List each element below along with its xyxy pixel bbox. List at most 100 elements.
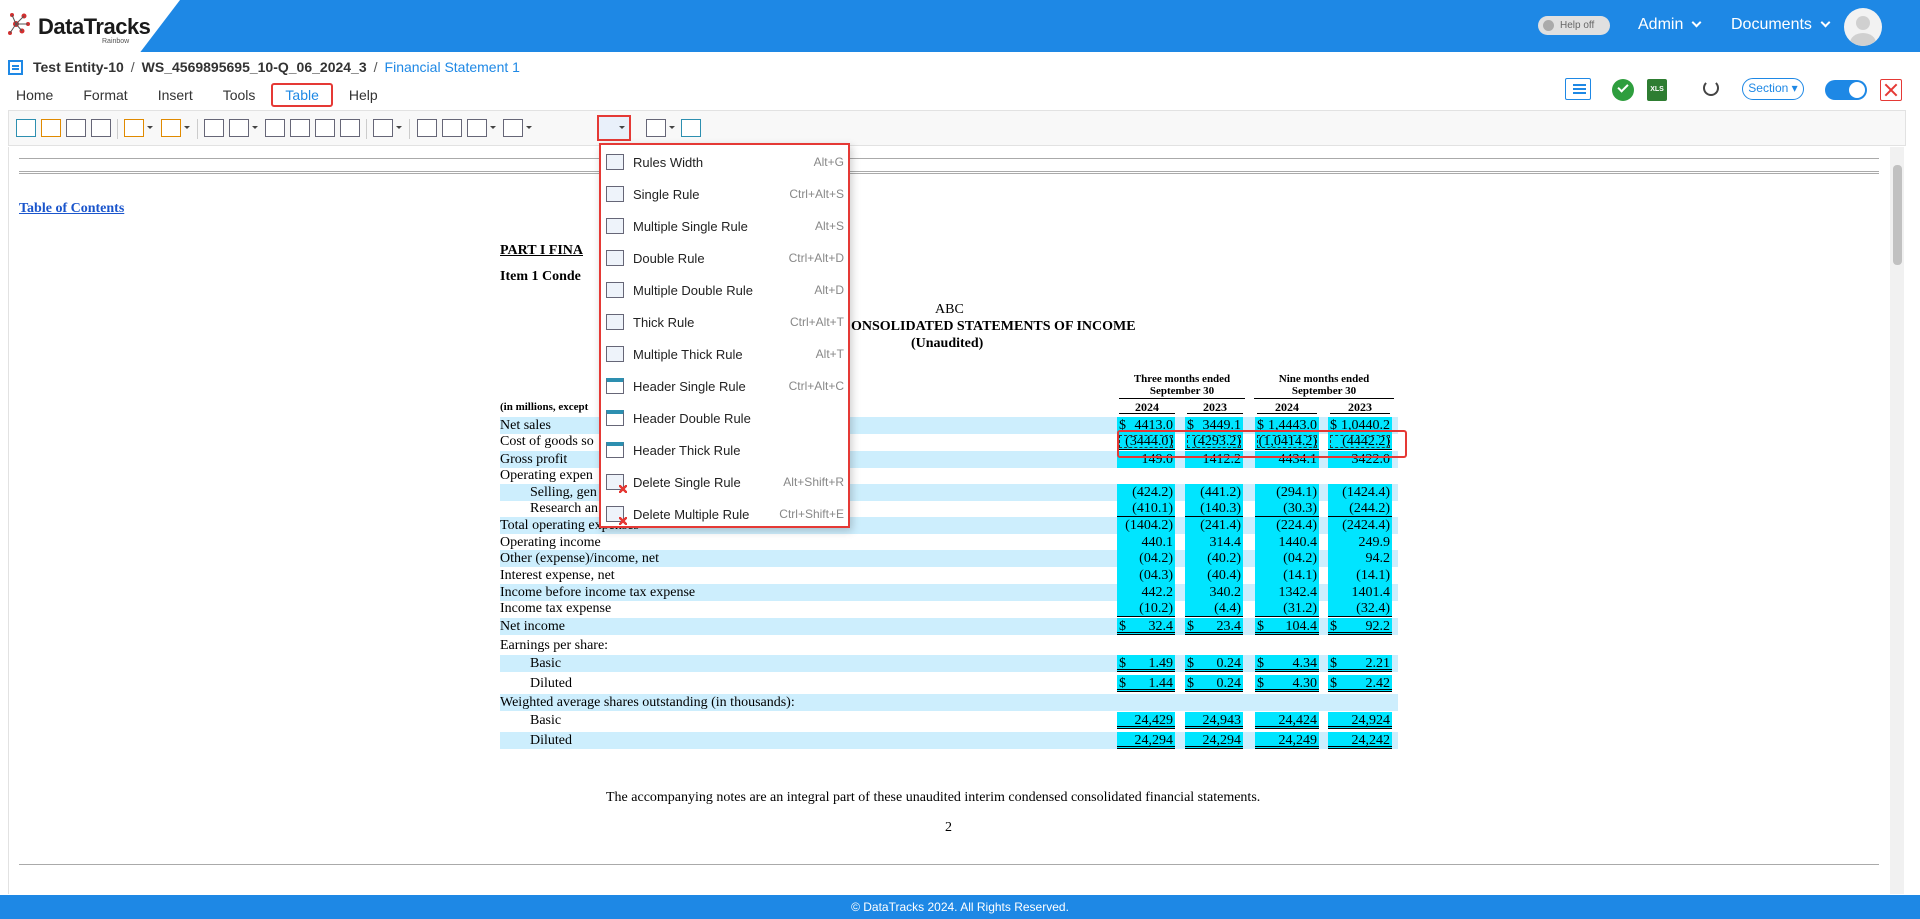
table-cell[interactable]: (04.3)	[1117, 567, 1175, 584]
table-row[interactable]: Diluted $1.44 $0.24 $4.30 $2.42	[500, 675, 1398, 692]
split-cells-icon[interactable]	[290, 119, 310, 137]
menu-item-header-thick-rule[interactable]: Header Thick Rule	[601, 434, 848, 466]
help-toggle[interactable]: Help off	[1538, 16, 1610, 35]
table-row[interactable]: Interest expense, net (04.3) (40.4) (14.1) (…	[500, 567, 1398, 584]
validate-check-icon[interactable]	[1612, 79, 1634, 101]
table-row[interactable]: Other (expense)/income, net (04.2) (40.2) (…	[500, 550, 1398, 567]
delete-cells-icon[interactable]	[315, 119, 335, 137]
table-row[interactable]: Income tax expense (10.2) (4.4) (31.2) (32.4…	[500, 600, 1398, 617]
wrap-text-icon[interactable]	[442, 119, 462, 137]
cell-padding-icon[interactable]	[467, 119, 496, 137]
table-cell[interactable]: 24,249	[1255, 732, 1319, 749]
breadcrumb-statement[interactable]: Financial Statement 1	[385, 59, 520, 75]
menu-item-delete-multiple-rule[interactable]: Delete Multiple Rule Ctrl+Shift+E	[601, 498, 848, 530]
refresh-icon[interactable]	[1703, 80, 1719, 96]
table-cell[interactable]: 24,943	[1185, 712, 1243, 729]
table-row[interactable]: Net income $32.4 $23.4 $104.4 $92.2	[500, 618, 1398, 635]
add-table-icon[interactable]	[66, 119, 86, 137]
table-cell[interactable]: 24,294	[1185, 732, 1243, 749]
table-cell[interactable]: 340.2	[1185, 584, 1243, 601]
table-cell[interactable]: 24,924	[1328, 712, 1392, 729]
table-cell[interactable]: 1401.4	[1328, 584, 1392, 601]
table-grid-icon[interactable]	[91, 119, 111, 137]
close-icon[interactable]	[1880, 79, 1902, 101]
table-row[interactable]: Operating income 440.1 314.4 1440.4 249.9	[500, 534, 1398, 551]
excel-export-icon[interactable]: XLS	[1647, 79, 1667, 101]
table-cell[interactable]: $4.30	[1255, 675, 1319, 692]
table-split-icon[interactable]	[646, 119, 675, 137]
table-cell[interactable]: (32.4)	[1328, 600, 1392, 617]
table-cell[interactable]: (1424.4)	[1328, 484, 1392, 501]
menu-item-delete-single-rule[interactable]: Delete Single Rule Alt+Shift+R	[601, 466, 848, 498]
menu-table[interactable]: Table	[271, 83, 333, 107]
table-cell[interactable]: (294.1)	[1255, 484, 1319, 501]
table-cell[interactable]: (2424.4)	[1328, 517, 1392, 534]
table-layout-icon[interactable]	[340, 119, 360, 137]
insert-row-icon[interactable]	[124, 119, 153, 137]
view-toggle[interactable]	[1825, 80, 1867, 100]
numbering-icon[interactable]	[373, 119, 402, 137]
table-row[interactable]: Basic 24,429 24,943 24,424 24,924	[500, 712, 1398, 729]
table-cell[interactable]: (244.2)	[1328, 500, 1392, 517]
table-delete-icon[interactable]	[681, 119, 701, 137]
avatar[interactable]	[1844, 8, 1882, 46]
table-row[interactable]: Basic $1.49 $0.24 $4.34 $2.21	[500, 655, 1398, 672]
menu-item-rules-width[interactable]: Rules Width Alt+G	[601, 146, 848, 178]
table-cell[interactable]: 442.2	[1117, 584, 1175, 601]
table-cell[interactable]: (4.4)	[1185, 600, 1243, 617]
breadcrumb-entity[interactable]: Test Entity-10	[33, 59, 124, 75]
menu-item-double-rule[interactable]: Double Rule Ctrl+Alt+D	[601, 242, 848, 274]
table-row[interactable]: Income before income tax expense 442.2 340…	[500, 584, 1398, 601]
table-row[interactable]: Diluted 24,294 24,294 24,249 24,242	[500, 732, 1398, 749]
insert-column-icon[interactable]	[161, 119, 190, 137]
table-cell[interactable]: (140.3)	[1185, 500, 1243, 517]
table-cell[interactable]: $4.34	[1255, 655, 1319, 672]
table-cell[interactable]: $23.4	[1185, 618, 1243, 635]
table-cell[interactable]: (40.2)	[1185, 550, 1243, 567]
table-cell[interactable]: (40.4)	[1185, 567, 1243, 584]
table-cell[interactable]: 24,242	[1328, 732, 1392, 749]
table-cell[interactable]: (14.1)	[1328, 567, 1392, 584]
scrollbar-thumb[interactable]	[1893, 165, 1902, 265]
table-cell[interactable]: (1404.2)	[1117, 517, 1175, 534]
table-cell[interactable]: $1.49	[1117, 655, 1175, 672]
cell-fill-icon[interactable]	[229, 119, 258, 137]
section-button[interactable]: Section ▾	[1742, 78, 1804, 100]
table-cell[interactable]: (424.2)	[1117, 484, 1175, 501]
table-cell[interactable]: $0.24	[1185, 675, 1243, 692]
table-cell[interactable]: $2.42	[1328, 675, 1392, 692]
menu-item-single-rule[interactable]: Single Rule Ctrl+Alt+S	[601, 178, 848, 210]
table-cell[interactable]: $32.4	[1117, 618, 1175, 635]
table-cell[interactable]: 1342.4	[1255, 584, 1319, 601]
table-cell[interactable]: (04.2)	[1255, 550, 1319, 567]
merge-cells-icon[interactable]	[265, 119, 285, 137]
menu-item-thick-rule[interactable]: Thick Rule Ctrl+Alt+T	[601, 306, 848, 338]
table-cell[interactable]: 24,424	[1255, 712, 1319, 729]
menu-item-multiple-double-rule[interactable]: Multiple Double Rule Alt+D	[601, 274, 848, 306]
rules-dropdown-button[interactable]	[597, 115, 631, 141]
table-cell[interactable]: 314.4	[1185, 534, 1243, 551]
menu-item-multiple-thick-rule[interactable]: Multiple Thick Rule Alt+T	[601, 338, 848, 370]
documents-menu[interactable]: Documents	[1731, 16, 1831, 34]
vertical-scrollbar[interactable]	[1890, 147, 1904, 894]
table-row[interactable]: Weighted average shares outstanding (in …	[500, 694, 1398, 711]
table-cell[interactable]: 24,294	[1117, 732, 1175, 749]
table-size-icon[interactable]	[503, 119, 532, 137]
table-cell[interactable]: (224.4)	[1255, 517, 1319, 534]
menu-item-multiple-single-rule[interactable]: Multiple Single Rule Alt+S	[601, 210, 848, 242]
table-of-contents-link[interactable]: Table of Contents	[19, 201, 124, 217]
admin-menu[interactable]: Admin	[1638, 16, 1702, 34]
breadcrumb-workspace[interactable]: WS_4569895695_10-Q_06_2024_3	[142, 59, 367, 75]
table-cell[interactable]: 94.2	[1328, 550, 1392, 567]
menu-home[interactable]: Home	[12, 85, 57, 105]
table-cell[interactable]: (31.2)	[1255, 600, 1319, 617]
menu-item-header-single-rule[interactable]: Header Single Rule Ctrl+Alt+C	[601, 370, 848, 402]
table-cell[interactable]: (14.1)	[1255, 567, 1319, 584]
comments-icon[interactable]	[1565, 78, 1591, 100]
table-properties-icon[interactable]	[41, 119, 61, 137]
menu-insert[interactable]: Insert	[154, 85, 197, 105]
cell-borders-icon[interactable]	[204, 119, 224, 137]
table-row[interactable]: Earnings per share:	[500, 637, 1398, 654]
table-cell[interactable]: $104.4	[1255, 618, 1319, 635]
table-cell[interactable]: (441.2)	[1185, 484, 1243, 501]
